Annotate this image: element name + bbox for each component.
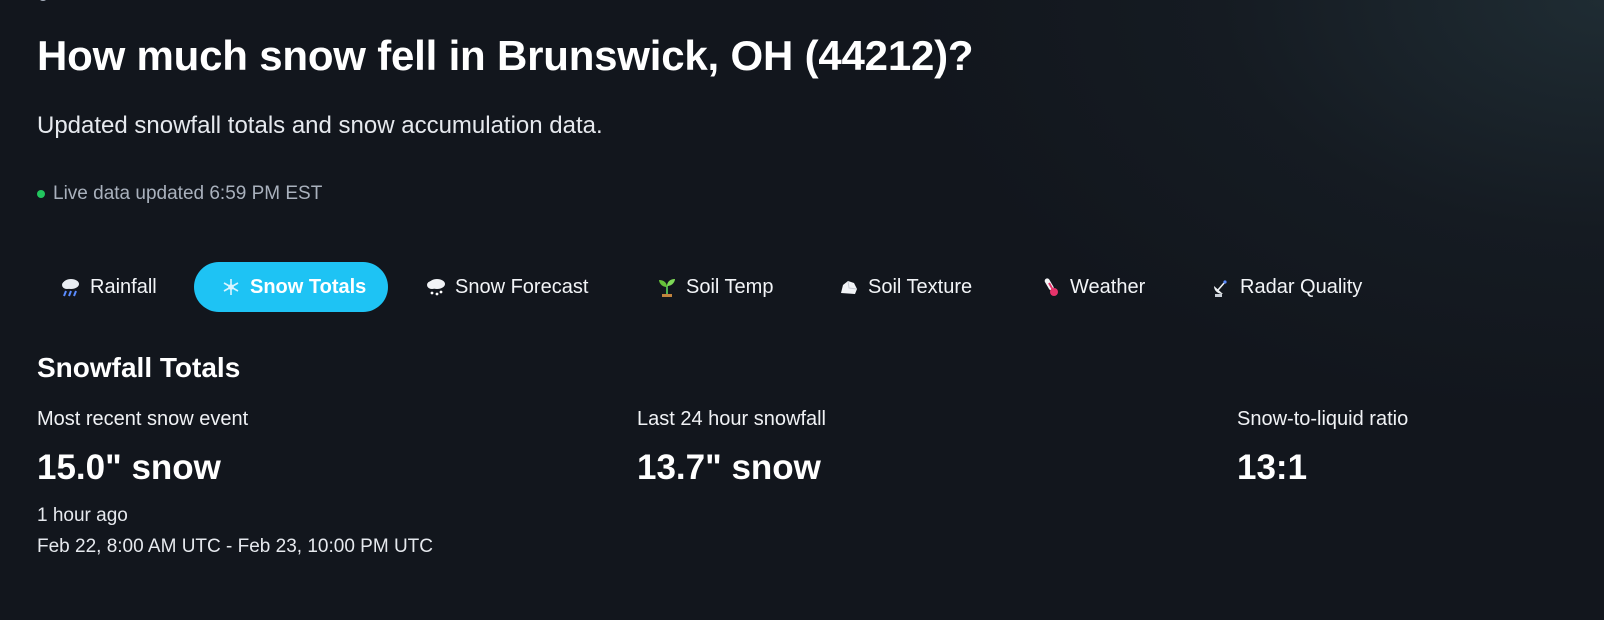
tab-soil-texture[interactable]: Soil Texture [838,262,972,312]
tab-label: Soil Temp [686,275,774,298]
live-status-text: Live data updated 6:59 PM EST [53,183,323,204]
back-link-cropped[interactable] [38,0,48,4]
tab-label: Rainfall [90,275,157,298]
back-arrow-icon [38,0,48,1]
stat-value: 15.0" snow [37,448,221,487]
tab-label: Soil Texture [868,275,973,298]
tab-snow-forecast[interactable]: Snow Forecast [425,262,588,312]
recent-snow-event-stat: Most recent snow event 15.0" snow 1 hour… [37,408,433,562]
live-indicator-icon [37,190,45,198]
snow-cloud-icon [425,276,447,298]
stat-label: Most recent snow event [37,408,249,430]
stat-label: Last 24 hour snowfall [637,408,827,430]
tab-label: Snow Totals [250,275,367,298]
live-status: Live data updated 6:59 PM EST [37,183,322,205]
tab-weather[interactable]: Weather [1040,262,1145,312]
page-title: How much snow fell in Brunswick, OH (442… [37,32,974,79]
seedling-icon [656,276,678,298]
snow-liquid-ratio-stat: Snow-to-liquid ratio 13:1 [1237,408,1408,488]
section-heading: Snowfall Totals [37,352,241,383]
data-tabs: Rainfall Snow Totals Snow Forecast Soil … [0,262,1604,312]
rain-cloud-icon [60,276,82,298]
tab-soil-temp[interactable]: Soil Temp [656,262,773,312]
tab-label: Snow Forecast [455,275,589,298]
tab-label: Weather [1070,275,1146,298]
tab-snow-totals[interactable]: Snow Totals [194,262,389,312]
stat-value: 13.7" snow [637,448,821,487]
stat-date-range: Feb 22, 8:00 AM UTC - Feb 23, 10:00 PM U… [37,536,433,557]
stat-time-ago: 1 hour ago [37,505,128,526]
snowflake-icon [220,276,242,298]
thermometer-icon [1040,276,1062,298]
satellite-dish-icon [1210,276,1232,298]
page-subtitle: Updated snowfall totals and snow accumul… [37,112,603,139]
last-24h-snowfall-stat: Last 24 hour snowfall 13.7" snow [637,408,826,488]
tab-radar-quality[interactable]: Radar Quality [1210,262,1362,312]
stat-label: Snow-to-liquid ratio [1237,408,1409,430]
tab-label: Radar Quality [1240,275,1363,298]
tab-rainfall[interactable]: Rainfall [60,262,157,312]
rock-icon [838,276,860,298]
stat-value: 13:1 [1237,448,1308,487]
